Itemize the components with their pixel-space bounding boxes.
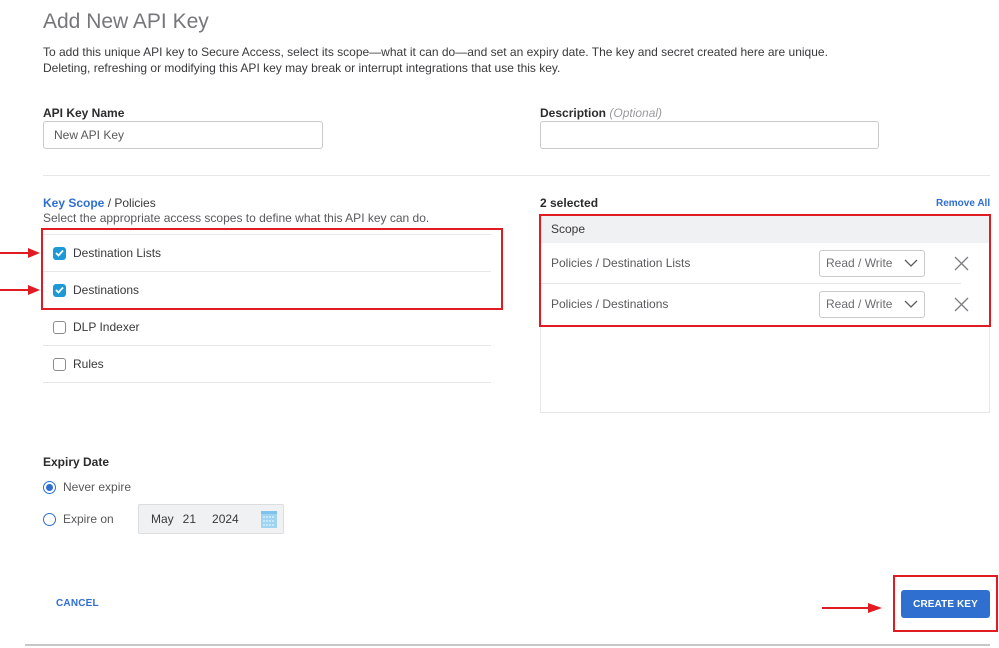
radio-unselected-icon[interactable] xyxy=(43,512,56,526)
intro-text: To add this unique API key to Secure Acc… xyxy=(43,44,943,76)
selected-count: 2 selected xyxy=(540,196,599,210)
description-input[interactable] xyxy=(540,121,879,149)
expiry-date-label: Expiry Date xyxy=(43,455,110,469)
radio-never-expire[interactable]: Never expire xyxy=(43,480,131,494)
scope-item-rules[interactable]: Rules xyxy=(43,345,491,383)
annotation-highlight-box xyxy=(893,575,998,632)
intro-line-2: Deleting, refreshing or modifying this A… xyxy=(43,61,561,75)
description-label: Description (Optional) xyxy=(540,106,662,120)
key-scope-category: / Policies xyxy=(107,196,156,210)
date-day: 21 xyxy=(182,512,197,526)
annotation-highlight-box xyxy=(539,214,991,327)
scope-item-label: Rules xyxy=(73,357,104,371)
annotation-arrow-icon xyxy=(0,248,40,258)
description-label-text: Description xyxy=(540,106,607,120)
api-key-name-label: API Key Name xyxy=(43,106,125,120)
annotation-highlight-box xyxy=(41,228,503,310)
date-month: May xyxy=(151,512,174,526)
key-scope-description: Select the appropriate access scopes to … xyxy=(43,211,430,225)
annotation-arrow-icon xyxy=(0,285,40,295)
footer-divider xyxy=(25,644,990,646)
scope-item-label: DLP Indexer xyxy=(73,320,140,334)
optional-hint: (Optional) xyxy=(609,106,663,120)
scope-item-dlp-indexer[interactable]: DLP Indexer xyxy=(43,308,491,345)
cancel-button[interactable]: CANCEL xyxy=(56,598,99,609)
page-title: Add New API Key xyxy=(43,10,209,33)
section-divider xyxy=(43,175,990,176)
key-scope-breadcrumb: Key Scope / Policies xyxy=(43,196,156,210)
radio-label: Expire on xyxy=(63,512,114,526)
key-scope-link[interactable]: Key Scope xyxy=(43,196,104,210)
intro-line-1: To add this unique API key to Secure Acc… xyxy=(43,45,828,59)
date-year: 2024 xyxy=(212,512,239,526)
calendar-icon[interactable] xyxy=(261,511,277,528)
radio-label: Never expire xyxy=(63,480,132,494)
annotation-arrow-icon xyxy=(822,603,882,613)
checkbox-unchecked-icon[interactable] xyxy=(53,320,66,334)
expiry-date-picker[interactable]: May 21 2024 xyxy=(138,504,284,534)
api-key-name-input[interactable] xyxy=(43,121,323,149)
remove-all-link[interactable]: Remove All xyxy=(936,198,990,209)
checkbox-unchecked-icon[interactable] xyxy=(53,357,66,371)
radio-selected-icon[interactable] xyxy=(43,480,56,494)
radio-expire-on[interactable]: Expire on xyxy=(43,512,114,526)
